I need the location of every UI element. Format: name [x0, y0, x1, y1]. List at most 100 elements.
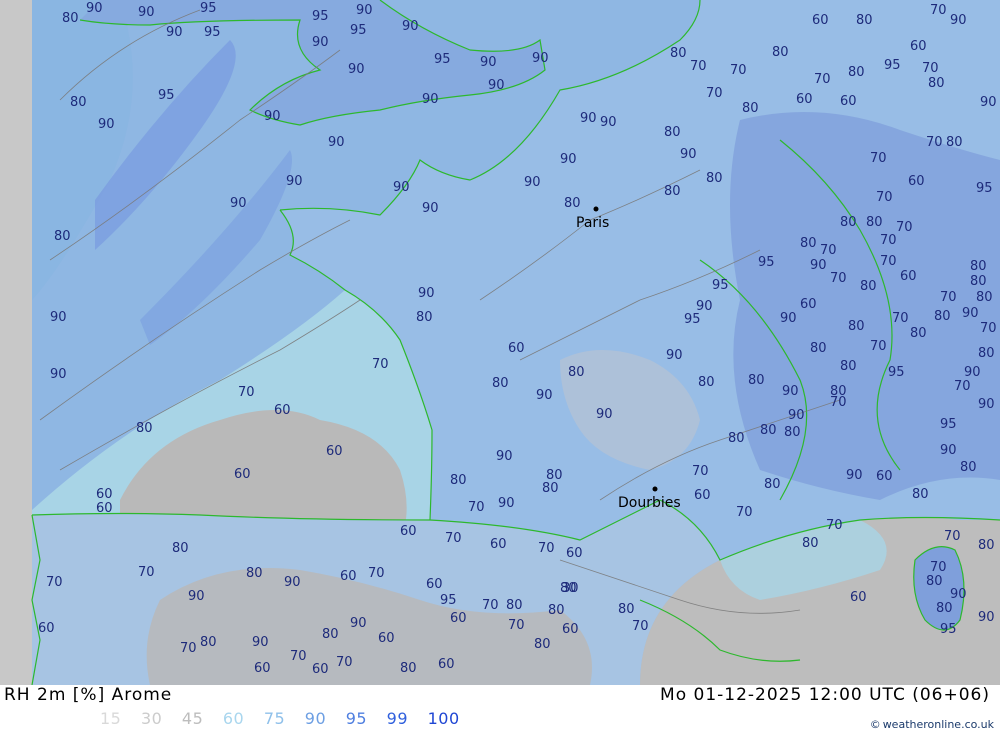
contour-label: 70	[46, 575, 63, 590]
contour-label: 95	[440, 593, 457, 608]
contour-label: 80	[706, 171, 723, 186]
contour-label: 80	[742, 101, 759, 116]
contour-label: 90	[50, 310, 67, 325]
contour-label: 80	[912, 487, 929, 502]
contour-label: 60	[400, 524, 417, 539]
contour-label: 70	[692, 464, 709, 479]
contour-label: 80	[926, 574, 943, 589]
contour-label: 80	[670, 46, 687, 61]
contour-label: 80	[542, 481, 559, 496]
contour-label: 95	[940, 622, 957, 637]
contour-label: 90	[480, 55, 497, 70]
contour-label: 80	[800, 236, 817, 251]
contour-label: 90	[696, 299, 713, 314]
contour-label: 90	[422, 92, 439, 107]
contour-label: 60	[340, 569, 357, 584]
contour-label: 90	[580, 111, 597, 126]
contour-label: 90	[846, 468, 863, 483]
contour-label: 60	[910, 39, 927, 54]
contour-label: 80	[664, 184, 681, 199]
contour-label: 80	[728, 431, 745, 446]
contour-label: 60	[96, 487, 113, 502]
map-canvas: 90 90 95 80 90 95 95 90 95 90 95 90 90 9…	[0, 0, 1000, 685]
contour-label: 90	[782, 384, 799, 399]
contour-label: 80	[840, 359, 857, 374]
contour-label: 90	[356, 3, 373, 18]
map-valid-time: Mo 01-12-2025 12:00 UTC (06+06)	[660, 685, 990, 705]
contour-label: 70	[944, 529, 961, 544]
contour-label: 80	[970, 259, 987, 274]
contour-label: 80	[564, 196, 581, 211]
contour-label: 90	[810, 258, 827, 273]
credit-text: weatheronline.co.uk	[882, 718, 994, 731]
scale-value: 99	[386, 709, 409, 728]
contour-label: 90	[402, 19, 419, 34]
contour-label: 60	[566, 546, 583, 561]
contour-label: 80	[978, 538, 995, 553]
contour-label: 90	[596, 407, 613, 422]
contour-label: 90	[964, 365, 981, 380]
contour-label: 70	[468, 500, 485, 515]
contour-label: 95	[434, 52, 451, 67]
contour-label: 70	[926, 135, 943, 150]
contour-label: 70	[706, 86, 723, 101]
contour-label: 90	[348, 62, 365, 77]
contour-label: 60	[694, 488, 711, 503]
contour-label: 90	[230, 196, 247, 211]
contour-label: 70	[820, 243, 837, 258]
scale-value: 90	[304, 709, 327, 728]
contour-label: 80	[848, 65, 865, 80]
contour-label: 95	[200, 1, 217, 16]
contour-label: 70	[290, 649, 307, 664]
contour-label: 70	[538, 541, 555, 556]
weather-map: 90 90 95 80 90 95 95 90 95 90 95 90 90 9…	[0, 0, 1000, 685]
contour-label: 80	[976, 290, 993, 305]
contour-label: 90	[780, 311, 797, 326]
contour-label: 60	[450, 611, 467, 626]
contour-label: 95	[350, 23, 367, 38]
contour-label: 95	[712, 278, 729, 293]
contour-label: 60	[274, 403, 291, 418]
contour-label: 70	[980, 321, 997, 336]
contour-label: 70	[830, 271, 847, 286]
contour-label: 80	[934, 309, 951, 324]
contour-label: 80	[246, 566, 263, 581]
contour-label: 70	[940, 290, 957, 305]
credit-link[interactable]: © weatheronline.co.uk	[870, 718, 994, 731]
contour-label: 70	[445, 531, 462, 546]
contour-label: 80	[70, 95, 87, 110]
scale-value: 15	[100, 709, 122, 728]
contour-label: 90	[962, 306, 979, 321]
scale-value: 45	[181, 709, 204, 728]
contour-label: 90	[680, 147, 697, 162]
contour-label: 70	[368, 566, 385, 581]
contour-label: 95	[976, 181, 993, 196]
contour-label: 80	[856, 13, 873, 28]
scale-value: 100	[427, 709, 460, 728]
contour-label: 80	[698, 375, 715, 390]
contour-label: 60	[800, 297, 817, 312]
contour-label: 80	[784, 425, 801, 440]
city-label: Dourbies	[618, 495, 681, 511]
contour-label: 80	[618, 602, 635, 617]
contour-label: 90	[532, 51, 549, 66]
contour-label: 90	[498, 496, 515, 511]
contour-label: 80	[664, 125, 681, 140]
footer-bar: RH 2m [%] Arome Mo 01-12-2025 12:00 UTC …	[0, 685, 1000, 733]
contour-label: 70	[336, 655, 353, 670]
contour-label: 80	[810, 341, 827, 356]
contour-label: 95	[684, 312, 701, 327]
contour-label: 90	[950, 587, 967, 602]
contour-label: 90	[940, 443, 957, 458]
copyright-symbol: ©	[869, 718, 881, 731]
contour-label: 80	[172, 541, 189, 556]
contour-label: 70	[830, 395, 847, 410]
contour-label: 80	[848, 319, 865, 334]
contour-label: 60	[312, 662, 329, 677]
contour-label: 90	[312, 35, 329, 50]
contour-label: 70	[814, 72, 831, 87]
contour-label: 70	[826, 518, 843, 533]
contour-label: 80	[840, 215, 857, 230]
contour-label: 80	[568, 365, 585, 380]
contour-label: 90	[600, 115, 617, 130]
